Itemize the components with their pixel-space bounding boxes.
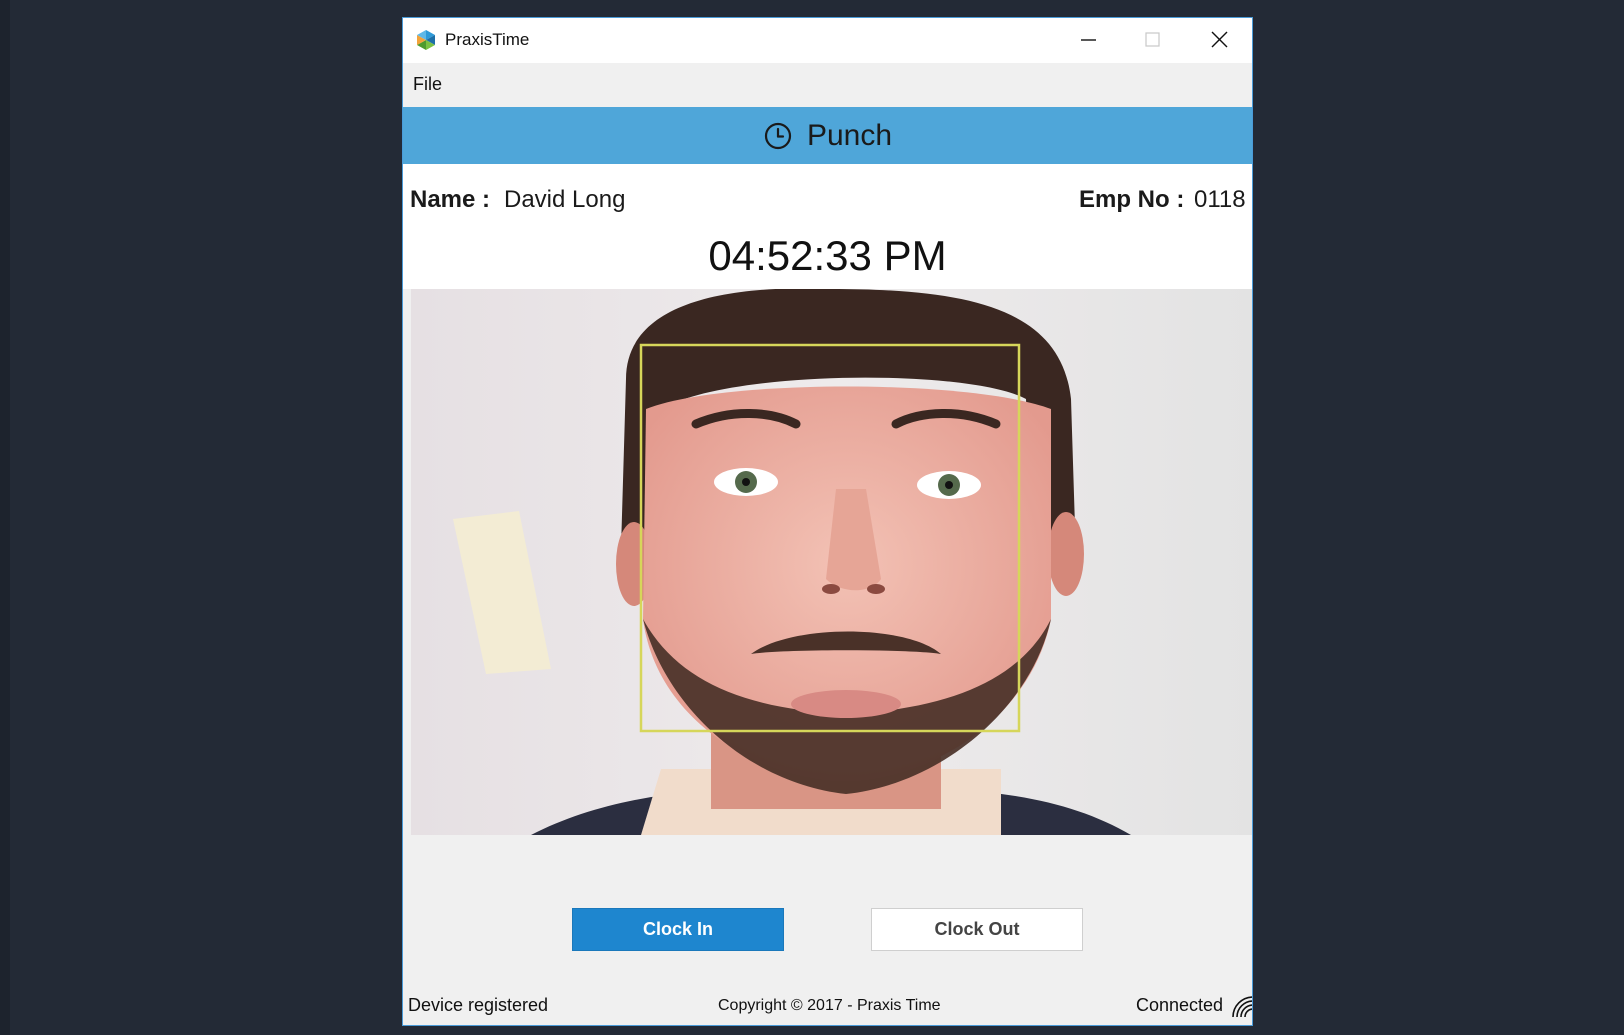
emp-no-label: Emp No : — [1079, 186, 1185, 213]
employee-info: Name : David Long Emp No : 0118 04:52:33… — [403, 164, 1252, 289]
copyright-text: Copyright © 2017 - Praxis Time — [718, 997, 941, 1014]
close-icon — [1211, 31, 1228, 48]
name-label: Name : — [410, 186, 491, 213]
close-button[interactable] — [1187, 18, 1251, 63]
punch-header: Punch — [403, 107, 1252, 164]
device-status: Device registered — [408, 995, 549, 1015]
menu-file[interactable]: File — [413, 74, 442, 95]
minimize-icon — [1081, 39, 1096, 41]
minimize-button[interactable] — [1056, 18, 1120, 63]
clock-icon — [764, 122, 792, 149]
name-value: David Long — [504, 186, 626, 213]
app-window: PraxisTime File Punch Name: David Long … — [402, 17, 1253, 1026]
current-time: 04:52:33 PM — [708, 232, 947, 279]
camera-feed — [411, 289, 1252, 835]
emp-no-value: 0118 — [1194, 186, 1246, 213]
clock-in-button[interactable]: Clock In — [572, 908, 784, 951]
wifi-icon — [1232, 996, 1252, 1018]
clock-out-button[interactable]: Clock Out — [871, 908, 1083, 951]
praxistime-logo-icon — [417, 30, 435, 50]
punch-title: Punch — [806, 118, 893, 152]
camera-image — [411, 289, 1252, 835]
menu-bar: File — [403, 63, 1252, 107]
maximize-button[interactable] — [1121, 18, 1185, 63]
window-title: PraxisTime — [445, 30, 530, 49]
title-bar[interactable]: PraxisTime — [403, 18, 1252, 63]
action-area: Clock In Clock Out — [403, 835, 1252, 985]
connection-status: Connected — [1136, 995, 1224, 1015]
maximize-icon — [1145, 32, 1160, 47]
status-bar: Device registered Copyright © 2017 - Pra… — [403, 985, 1252, 1025]
desktop-edge — [0, 0, 10, 1035]
